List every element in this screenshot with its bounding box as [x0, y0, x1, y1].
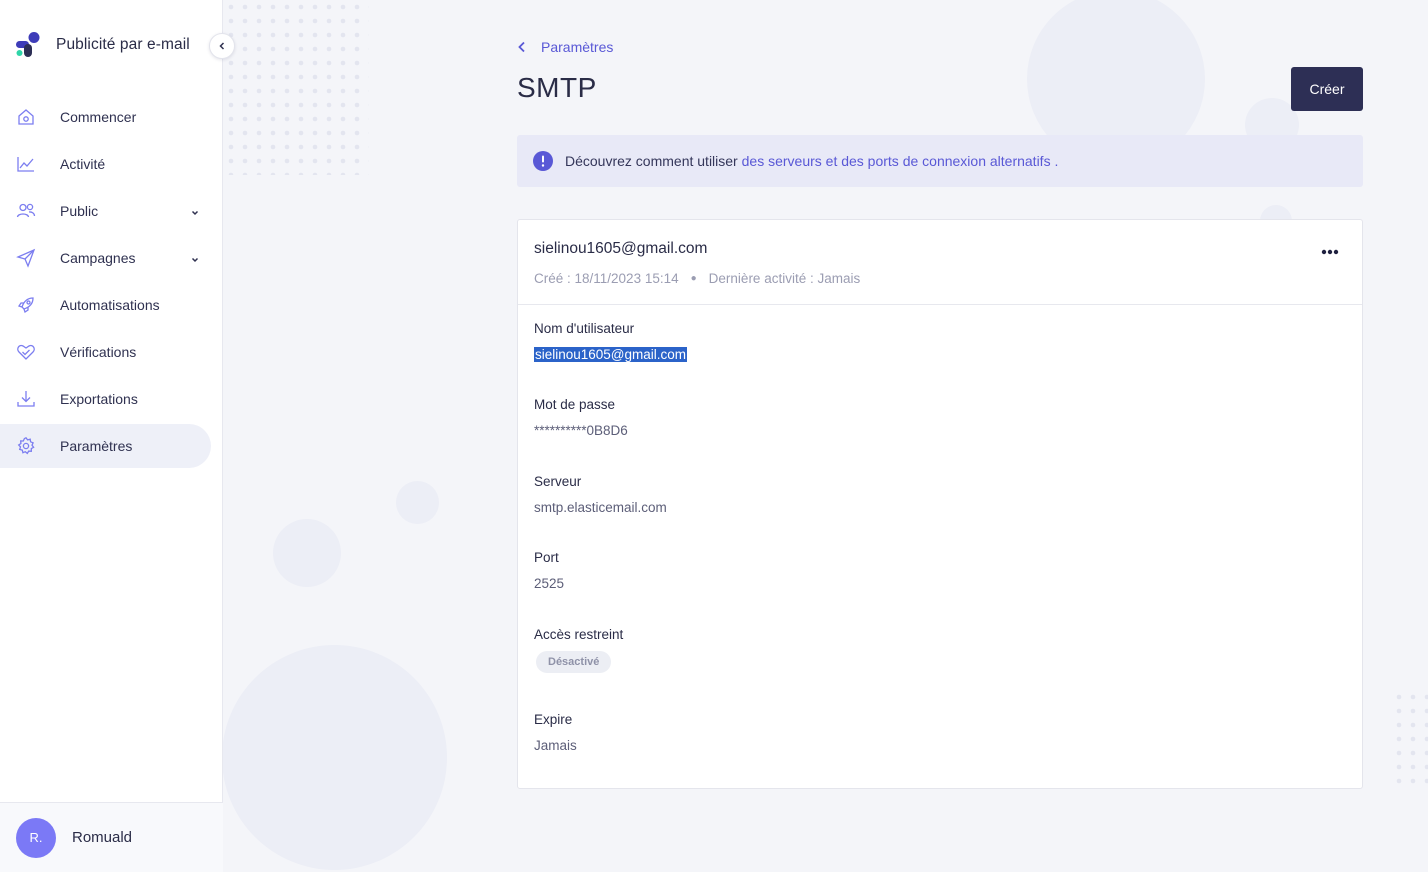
paper-plane-icon: [16, 248, 36, 268]
sidebar-item-label: Automatisations: [60, 297, 160, 313]
breadcrumb-back-link[interactable]: Paramètres: [517, 39, 613, 55]
more-horizontal-icon: [1321, 249, 1339, 255]
sidebar-item-parametres[interactable]: Paramètres: [0, 424, 211, 468]
port-field: Port 2525: [534, 550, 564, 591]
server-field: Serveur smtp.elasticemail.com: [534, 474, 667, 515]
username-label: Nom d'utilisateur: [534, 321, 635, 336]
chevron-left-icon: [219, 42, 225, 50]
credential-email: sielinou1605@gmail.com: [534, 240, 708, 257]
separator-dot: ●: [690, 273, 697, 284]
last-activity: Dernière activité : Jamais: [708, 271, 861, 286]
sidebar-nav: Commencer Activité Public Campagnes Auto…: [0, 95, 223, 471]
user-name: Romuald: [72, 829, 133, 846]
create-button[interactable]: Créer: [1291, 67, 1363, 111]
sidebar: Publicité par e-mail Commencer Activité …: [0, 0, 223, 872]
sidebar-item-label: Campagnes: [60, 250, 136, 266]
brand-logo-icon: [16, 32, 40, 58]
chart-line-icon: [16, 154, 36, 174]
password-field: Mot de passe **********0B8D6: [534, 397, 628, 438]
breadcrumb-label: Paramètres: [541, 39, 614, 55]
home-icon: [16, 107, 36, 127]
heart-check-icon: [16, 342, 36, 362]
sidebar-item-activite[interactable]: Activité: [0, 142, 223, 186]
sidebar-item-verifications[interactable]: Vérifications: [0, 330, 223, 374]
username-field: Nom d'utilisateur sielinou1605@gmail.com: [534, 321, 688, 364]
brand-title: Publicité par e-mail: [56, 36, 190, 53]
info-banner: Découvrez comment utiliser des serveurs …: [517, 135, 1363, 187]
users-icon: [16, 201, 36, 221]
download-icon: [16, 389, 36, 409]
rocket-icon: [16, 295, 36, 315]
username-value[interactable]: sielinou1605@gmail.com: [534, 347, 688, 362]
status-badge: Désactivé: [536, 651, 612, 673]
info-icon: [533, 151, 553, 171]
smtp-credential-card: sielinou1605@gmail.com Créé : 18/11/2023…: [517, 219, 1363, 789]
sidebar-item-automatisations[interactable]: Automatisations: [0, 283, 223, 327]
port-label: Port: [534, 550, 559, 565]
restricted-access-field: Accès restreint Désactivé: [534, 627, 623, 673]
expires-label: Expire: [534, 712, 573, 727]
avatar: R.: [16, 817, 56, 858]
more-options-button[interactable]: [1318, 244, 1342, 260]
sidebar-item-label: Public: [60, 203, 99, 219]
expires-field: Expire Jamais: [534, 712, 577, 753]
brand[interactable]: Publicité par e-mail: [16, 32, 190, 58]
page-title: SMTP: [517, 72, 597, 103]
alternative-ports-link[interactable]: des serveurs et des ports de connexion a…: [742, 153, 1051, 169]
info-banner-suffix: .: [1054, 153, 1059, 169]
sidebar-item-public[interactable]: Public: [0, 189, 223, 233]
user-profile[interactable]: R. Romuald: [0, 802, 223, 872]
chevron-left-icon: [518, 41, 525, 53]
server-value[interactable]: smtp.elasticemail.com: [534, 500, 667, 515]
chevron-down-icon[interactable]: [190, 252, 200, 270]
sidebar-item-label: Activité: [60, 156, 106, 172]
collapse-sidebar-button[interactable]: [209, 33, 235, 59]
sidebar-item-exportations[interactable]: Exportations: [0, 377, 223, 421]
created-date: Créé : 18/11/2023 15:14: [534, 271, 679, 286]
sidebar-item-label: Paramètres: [60, 438, 133, 454]
port-value[interactable]: 2525: [534, 576, 564, 591]
expires-value: Jamais: [534, 738, 577, 753]
sidebar-item-label: Vérifications: [60, 344, 137, 360]
sidebar-item-label: Exportations: [60, 391, 138, 407]
credential-meta: Créé : 18/11/2023 15:14 ● Dernière activ…: [534, 271, 860, 286]
gear-icon: [16, 436, 36, 456]
sidebar-item-label: Commencer: [60, 109, 137, 125]
info-banner-message: Découvrez comment utiliser: [565, 153, 738, 169]
card-header: sielinou1605@gmail.com Créé : 18/11/2023…: [518, 220, 1362, 305]
sidebar-item-campagnes[interactable]: Campagnes: [0, 236, 223, 280]
server-label: Serveur: [534, 474, 582, 489]
sidebar-item-commencer[interactable]: Commencer: [0, 95, 223, 139]
restricted-access-label: Accès restreint: [534, 627, 624, 642]
info-banner-text: Découvrez comment utiliser des serveurs …: [565, 153, 1058, 169]
chevron-down-icon[interactable]: [190, 205, 200, 223]
password-label: Mot de passe: [534, 397, 616, 412]
password-value[interactable]: **********0B8D6: [534, 423, 628, 438]
